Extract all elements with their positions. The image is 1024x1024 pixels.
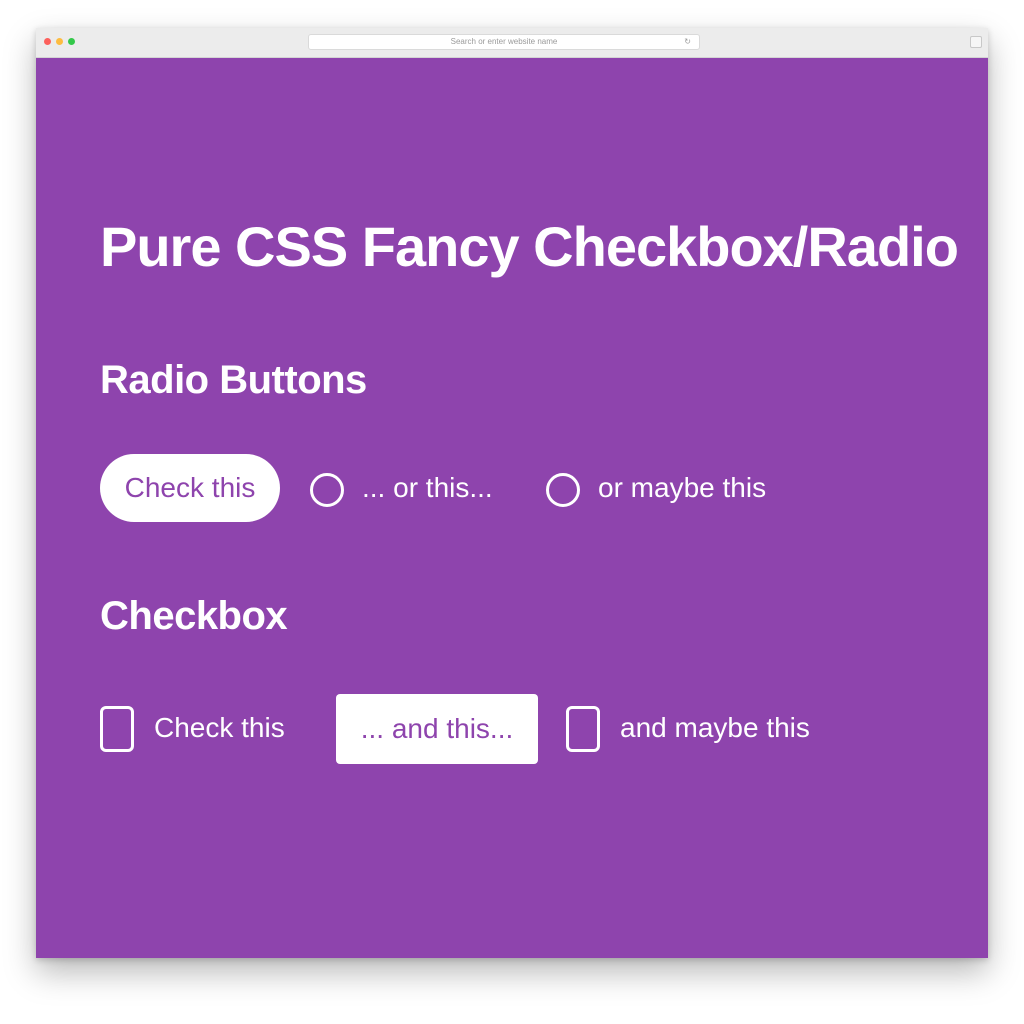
page-title: Pure CSS Fancy Checkbox/Radio xyxy=(100,215,959,278)
reload-icon[interactable]: ↻ xyxy=(684,35,691,49)
close-window-button[interactable] xyxy=(44,38,51,45)
page-content: Pure CSS Fancy Checkbox/Radio Radio Butt… xyxy=(36,58,988,958)
radio-section-heading: Radio Buttons xyxy=(100,358,367,402)
address-bar[interactable]: Search or enter website name ↻ xyxy=(308,34,700,50)
minimize-window-button[interactable] xyxy=(56,38,63,45)
checkbox-square-icon[interactable] xyxy=(100,706,134,752)
checkbox-section-heading: Checkbox xyxy=(100,594,288,638)
browser-titlebar: Search or enter website name ↻ xyxy=(36,28,988,58)
address-bar-text: Search or enter website name xyxy=(450,37,558,46)
radio-circle-icon[interactable] xyxy=(310,473,344,507)
checkbox-option-check-this-label[interactable]: Check this xyxy=(154,712,285,744)
radio-option-maybe-this-label[interactable]: or maybe this xyxy=(598,472,766,504)
checkbox-option-label: ... and this... xyxy=(360,713,514,744)
checkbox-option-maybe-this-label[interactable]: and maybe this xyxy=(620,712,810,744)
tabs-overview-button[interactable] xyxy=(970,36,982,48)
checkbox-square-icon[interactable] xyxy=(566,706,600,752)
radio-option-check-this[interactable]: Check this xyxy=(100,454,280,522)
browser-window: Search or enter website name ↻ Pure CSS … xyxy=(36,28,988,958)
zoom-window-button[interactable] xyxy=(68,38,75,45)
checkbox-option-and-this[interactable]: ... and this... xyxy=(336,694,538,764)
radio-circle-icon[interactable] xyxy=(546,473,580,507)
radio-option-label: Check this xyxy=(124,472,256,503)
radio-option-or-this-label[interactable]: ... or this... xyxy=(362,472,493,504)
